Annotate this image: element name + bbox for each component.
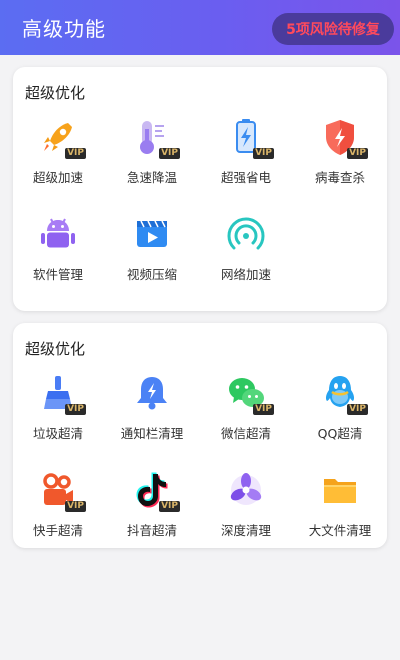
battery-icon: VIP xyxy=(226,117,274,159)
vip-badge: VIP xyxy=(159,501,180,512)
item-label: 抖音超清 xyxy=(126,523,177,538)
item-label: 超级加速 xyxy=(32,170,83,185)
vip-badge: VIP xyxy=(347,404,368,415)
video-icon xyxy=(132,214,172,254)
section-title: 超级优化 xyxy=(25,340,86,358)
thermometer-icon: VIP xyxy=(132,117,180,159)
folder-icon xyxy=(320,470,360,510)
kuaishou-clean-item[interactable]: VIP 快手超清 xyxy=(11,470,105,550)
large-file-clean-item[interactable]: 大文件清理 xyxy=(293,470,387,550)
vip-badge: VIP xyxy=(159,148,180,159)
wechat-icon: VIP xyxy=(226,373,274,415)
app-manager-item[interactable]: 软件管理 xyxy=(11,214,105,294)
item-label: QQ超清 xyxy=(317,426,363,441)
vip-badge: VIP xyxy=(65,148,86,159)
vip-badge: VIP xyxy=(65,404,86,415)
item-label: 网络加速 xyxy=(220,267,271,282)
douyin-clean-item[interactable]: VIP 抖音超清 xyxy=(105,470,199,550)
shield-icon: VIP xyxy=(320,117,368,159)
item-label: 微信超清 xyxy=(220,426,271,441)
wifi-icon xyxy=(226,214,266,254)
vip-badge: VIP xyxy=(253,148,274,159)
item-label: 视频压缩 xyxy=(126,267,177,282)
video-compress-item[interactable]: 视频压缩 xyxy=(105,214,199,294)
item-label: 病毒查杀 xyxy=(314,170,365,185)
virus-scan-item[interactable]: VIP 病毒查杀 xyxy=(293,117,387,197)
item-label: 超强省电 xyxy=(220,170,271,185)
wechat-clean-item[interactable]: VIP 微信超清 xyxy=(199,373,293,453)
item-label: 软件管理 xyxy=(32,267,83,282)
item-label: 急速降温 xyxy=(126,170,177,185)
item-label: 快手超清 xyxy=(32,523,83,538)
super-optimize-card-1: 超级优化 VIP 超级加速 VIP 急速降温 VIP 超强省电 VIP 病毒查杀… xyxy=(13,67,387,311)
qq-icon: VIP xyxy=(320,373,368,415)
kuaishou-icon: VIP xyxy=(38,470,86,512)
douyin-icon: VIP xyxy=(132,470,180,512)
broom-icon: VIP xyxy=(38,373,86,415)
item-label: 通知栏清理 xyxy=(120,426,184,441)
super-optimize-card-2: 超级优化 VIP 垃圾超清 通知栏清理 VIP 微信超清 VIP QQ超清 VI… xyxy=(13,323,387,548)
header-bar: 高级功能 5项风险待修复 xyxy=(0,0,400,55)
rapid-cooling-item[interactable]: VIP 急速降温 xyxy=(105,117,199,197)
deep-clean-item[interactable]: 深度清理 xyxy=(199,470,293,550)
vip-badge: VIP xyxy=(347,148,368,159)
risk-fix-button[interactable]: 5项风险待修复 xyxy=(272,13,394,45)
rocket-icon: VIP xyxy=(38,117,86,159)
item-label: 垃圾超清 xyxy=(32,426,83,441)
item-label: 大文件清理 xyxy=(308,523,372,538)
fan-icon xyxy=(226,470,266,510)
power-saving-item[interactable]: VIP 超强省电 xyxy=(199,117,293,197)
network-boost-item[interactable]: 网络加速 xyxy=(199,214,293,294)
section-title: 超级优化 xyxy=(25,84,86,102)
junk-clean-item[interactable]: VIP 垃圾超清 xyxy=(11,373,105,453)
item-label: 深度清理 xyxy=(220,523,271,538)
notification-clean-item[interactable]: 通知栏清理 xyxy=(105,373,199,453)
android-icon xyxy=(38,214,78,254)
vip-badge: VIP xyxy=(253,404,274,415)
page-title: 高级功能 xyxy=(22,17,106,41)
vip-badge: VIP xyxy=(65,501,86,512)
qq-clean-item[interactable]: VIP QQ超清 xyxy=(293,373,387,453)
super-speed-item[interactable]: VIP 超级加速 xyxy=(11,117,105,197)
bell-icon xyxy=(132,373,172,413)
